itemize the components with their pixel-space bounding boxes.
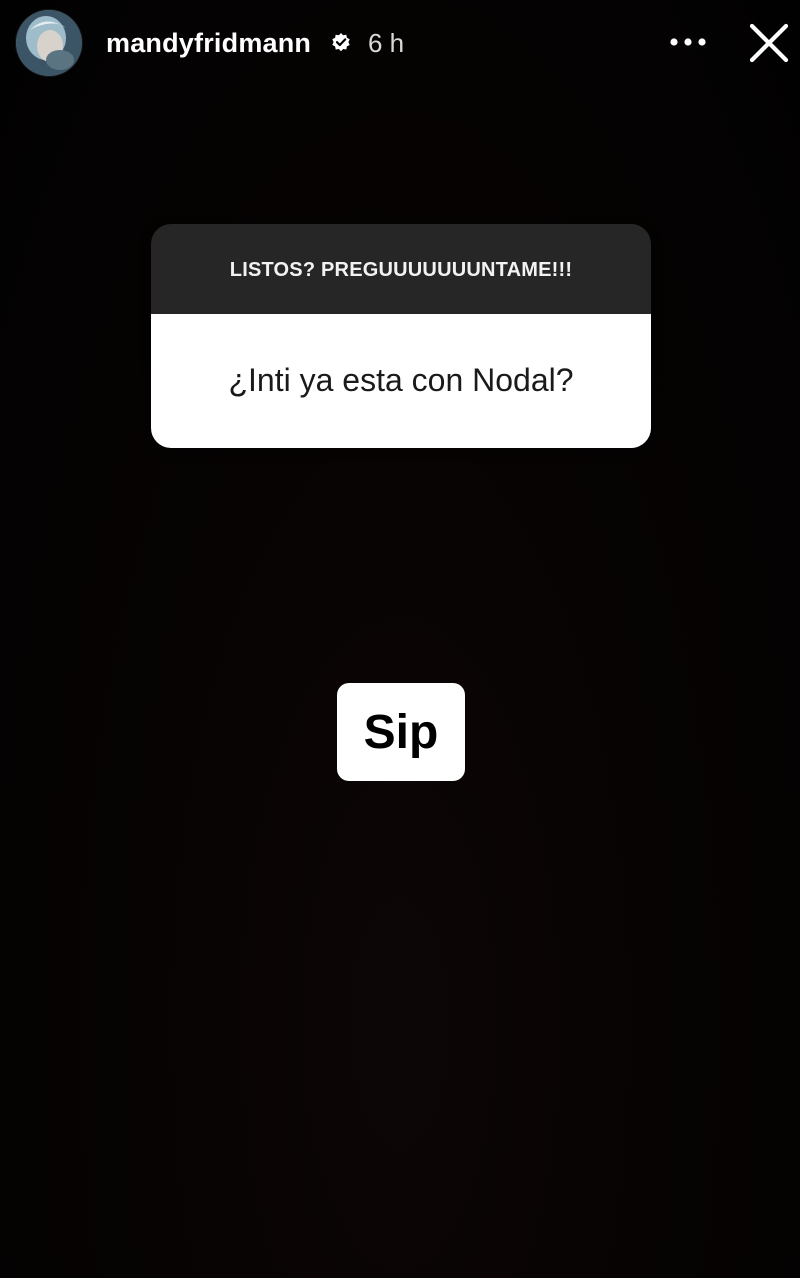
answer-text: Sip [363, 706, 439, 759]
question-sticker-body: ¿Inti ya esta con Nodal? [151, 314, 651, 448]
question-sticker-header: LISTOS? PREGUUUUUUUNTAME!!! [151, 224, 651, 314]
answer-sticker: Sip [337, 683, 465, 781]
question-prompt: LISTOS? PREGUUUUUUUNTAME!!! [229, 259, 573, 281]
story-header: mandyfridmann 6 h [0, 0, 800, 86]
username[interactable]: mandyfridmann [106, 26, 311, 60]
story-viewer[interactable]: mandyfridmann 6 h LISTOS? PREGUUUUUUUNTA… [0, 0, 800, 1278]
verified-badge-icon [330, 32, 352, 54]
close-button[interactable] [744, 18, 794, 68]
more-dots-icon [670, 38, 706, 46]
question-sticker: LISTOS? PREGUUUUUUUNTAME!!! ¿Inti ya est… [151, 224, 651, 448]
avatar-image [16, 10, 82, 76]
close-icon [749, 23, 789, 63]
question-text: ¿Inti ya esta con Nodal? [228, 362, 574, 398]
more-options-button[interactable] [664, 24, 710, 60]
post-time: 6 h [368, 28, 405, 58]
avatar[interactable] [16, 10, 82, 76]
